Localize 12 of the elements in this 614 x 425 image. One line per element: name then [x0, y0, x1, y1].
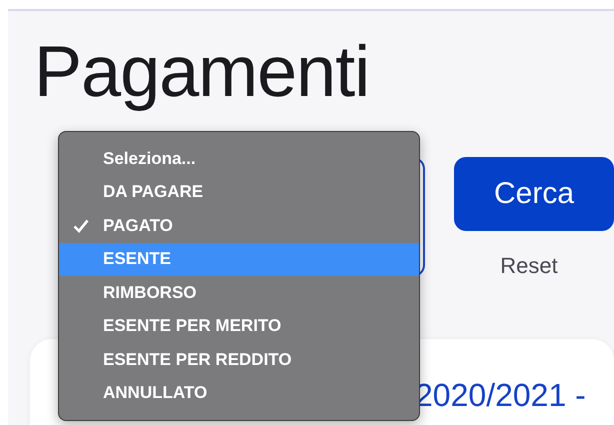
dropdown-option[interactable]: DA PAGARE [59, 176, 419, 209]
dropdown-option[interactable]: ANNULLATO [59, 376, 419, 410]
search-button[interactable]: Cerca [454, 157, 614, 231]
dropdown-option[interactable]: ESENTE [59, 242, 419, 276]
reset-link[interactable]: Reset [500, 253, 558, 279]
dropdown-option[interactable]: PAGATO [59, 209, 419, 242]
page-title: Pagamenti [34, 31, 370, 114]
dropdown-option[interactable]: Seleziona... [59, 142, 419, 176]
dropdown-option[interactable]: ESENTE PER MERITO [59, 310, 419, 343]
checkmark-icon [73, 218, 89, 233]
dropdown-option[interactable]: ESENTE PER REDDITO [59, 343, 419, 376]
dropdown-option[interactable]: RIMBORSO [59, 276, 419, 310]
